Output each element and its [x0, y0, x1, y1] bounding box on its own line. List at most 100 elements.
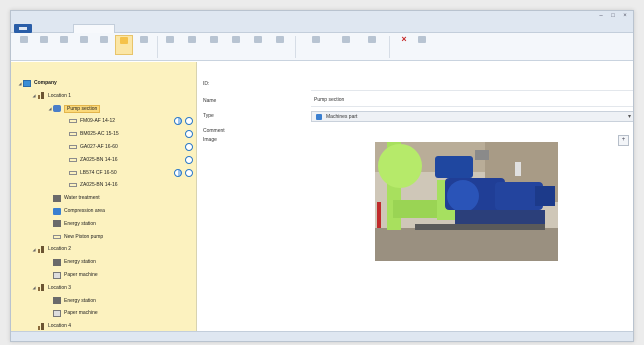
tree-item[interactable]: LB574 CF 16-50 [63, 168, 117, 178]
toolbar-button-5[interactable] [95, 35, 113, 55]
status-bar [11, 331, 633, 341]
ribbon-tab-row [11, 23, 633, 33]
chevron-down-icon: ▾ [627, 114, 631, 120]
tree-item[interactable]: ZA025-BN 14-16 [63, 155, 118, 165]
machine-icon [53, 258, 61, 266]
name-field[interactable]: Pump section [314, 97, 344, 103]
name-underline [311, 106, 633, 107]
toolbar-button-11[interactable] [227, 35, 245, 55]
tree-item[interactable]: BM025-AC 15-15 [63, 129, 119, 139]
tree-item-label: LB574 CF 16-50 [80, 169, 117, 176]
ribbon-tab-2[interactable] [73, 24, 115, 33]
toolbar-button-9[interactable] [183, 35, 201, 55]
tree-item[interactable]: ZA025-BN 14-16 [63, 180, 118, 190]
tool-icon [254, 36, 262, 43]
tree-item-label: Energy station [64, 297, 96, 304]
tree-item[interactable]: New Piston pump [47, 232, 103, 242]
add-image-button[interactable]: + [618, 135, 629, 146]
toolbar-button-4[interactable] [75, 35, 93, 55]
ribbon-toolbar: × [11, 33, 633, 61]
tool-icon [140, 36, 148, 43]
location-icon [37, 92, 45, 100]
toolbar-button-10[interactable] [205, 35, 223, 55]
tree-item-label: Location 2 [48, 246, 72, 253]
application-menu-button[interactable] [14, 24, 32, 33]
sensor-icon [69, 157, 77, 162]
toolbar-button-7[interactable] [135, 35, 153, 55]
tree-item[interactable]: Energy station [47, 219, 96, 229]
toolbar-button-8[interactable] [161, 35, 179, 55]
tool-icon [312, 36, 320, 43]
tree-item-label: Company [34, 80, 57, 86]
type-select[interactable]: Machines part ▾ [311, 111, 633, 122]
tool-icon [342, 36, 350, 43]
location-icon [37, 284, 45, 292]
toolbar-button-3[interactable] [55, 35, 73, 55]
tree-item[interactable]: GA027-AF 16-60 [63, 142, 118, 152]
delete-button[interactable]: × [395, 35, 413, 55]
paper-icon [53, 271, 61, 279]
image-label: Image [203, 137, 217, 143]
type-select-value: Machines part [326, 114, 358, 120]
tree-item[interactable]: Paper machine [47, 308, 98, 318]
tree-item[interactable]: Energy station [47, 257, 96, 267]
tree-item[interactable]: Energy station [47, 296, 96, 306]
ribbon-separator [389, 36, 390, 58]
tree-item[interactable]: ◢ Pump section [47, 104, 101, 114]
toolbar-button-2[interactable] [35, 35, 53, 55]
ribbon-tab-3[interactable] [117, 24, 147, 33]
ribbon-tab-1[interactable] [37, 24, 71, 33]
application-window: – □ × × ◢ Company ◢ Location 1 ◢ Pump se… [10, 10, 634, 342]
tree-item[interactable]: Water treatment [47, 193, 100, 203]
tree-item[interactable]: Location 4 [31, 321, 71, 331]
asset-tree: ◢ Company ◢ Location 1 ◢ Pump section FM09-AF … [11, 62, 197, 333]
tree-item[interactable]: ◢ Location 3 [31, 283, 71, 293]
tree-item[interactable]: Compression area [47, 206, 105, 216]
machine-part-icon [316, 114, 322, 120]
toolbar-button-6[interactable] [115, 35, 133, 55]
status-indicator-icon [185, 143, 193, 151]
ribbon-separator [157, 36, 158, 58]
status-indicator-icon [174, 168, 182, 177]
toolbar-button-14[interactable] [307, 35, 325, 55]
sensor-icon [69, 119, 77, 124]
id-field[interactable] [311, 90, 633, 91]
tree-item[interactable]: Paper machine [47, 270, 98, 280]
tree-item-label: Paper machine [64, 310, 98, 317]
tool-icon [276, 36, 284, 43]
maximize-icon[interactable]: □ [607, 12, 619, 21]
ribbon-tab-4[interactable] [149, 24, 171, 33]
minimize-icon[interactable]: – [595, 12, 607, 21]
tree-item-label: BM025-AC 15-15 [80, 131, 119, 138]
toolbar-button-15[interactable] [337, 35, 355, 55]
status-indicator-icon [185, 117, 193, 126]
toolbar-button-13[interactable] [271, 35, 289, 55]
toolbar-button-16[interactable] [363, 35, 381, 55]
close-window-icon[interactable]: × [619, 12, 631, 21]
title-bar: – □ × [11, 11, 633, 23]
tool-icon [166, 36, 174, 43]
tree-item[interactable]: FM09-AF 14-12 [63, 116, 115, 126]
asset-photo [375, 142, 558, 261]
paper-icon [53, 309, 61, 317]
tree-item-label: ZA025-BN 14-16 [80, 156, 118, 163]
tree-item-label: GA027-AF 16-60 [80, 144, 118, 150]
tree-item[interactable]: ◢ Location 1 [31, 91, 71, 101]
tool-icon [60, 36, 68, 43]
name-label: Name [203, 98, 217, 104]
machine-icon [53, 297, 61, 305]
tool-icon [418, 36, 426, 43]
status-indicator-icon [185, 130, 193, 139]
tree-item-label: Location 4 [48, 323, 72, 330]
id-label: ID: [203, 81, 210, 87]
toolbar-button-1[interactable] [15, 35, 33, 55]
tree-item[interactable]: ◢ Company [17, 78, 57, 88]
tree-item-label: Paper machine [64, 272, 98, 278]
toolbar-button-12[interactable] [249, 35, 267, 55]
tree-item[interactable]: ◢ Location 2 [31, 244, 71, 254]
ribbon-tab-5[interactable] [173, 24, 191, 33]
pump-icon [53, 105, 61, 113]
toolbar-button-17[interactable] [413, 35, 431, 55]
status-indicator-icon [185, 155, 193, 164]
comment-label: Comment [203, 128, 225, 134]
